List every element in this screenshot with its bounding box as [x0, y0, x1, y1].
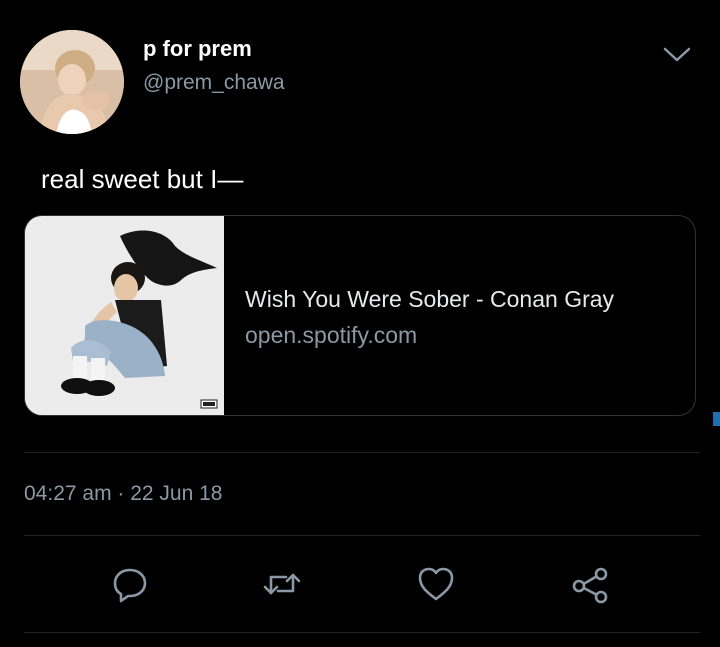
divider [24, 452, 700, 453]
retweet-button[interactable] [260, 562, 304, 606]
reply-icon [113, 568, 147, 603]
divider [24, 535, 700, 536]
link-card[interactable]: Wish You Were Sober - Conan Gray open.sp… [24, 215, 696, 416]
user-handle[interactable]: @prem_chawa [143, 71, 285, 95]
more-options-button[interactable] [660, 42, 694, 66]
tweet-timestamp[interactable]: 04:27 am · 22 Jun 18 [24, 482, 222, 506]
chevron-down-icon [663, 47, 691, 62]
avatar-photo [20, 30, 124, 134]
reply-button[interactable] [108, 562, 152, 606]
avatar[interactable] [20, 30, 124, 134]
link-card-domain: open.spotify.com [245, 322, 418, 348]
retweet-icon [263, 573, 301, 595]
album-cover-art [25, 216, 224, 415]
display-name[interactable]: p for prem [143, 36, 252, 62]
share-icon [572, 567, 608, 604]
divider [24, 632, 700, 633]
like-button[interactable] [414, 562, 458, 606]
heart-icon [418, 567, 454, 601]
share-button[interactable] [568, 562, 612, 606]
album-cover-image [25, 216, 224, 415]
scroll-indicator [713, 412, 720, 426]
tweet-text: real sweet but I— [41, 164, 244, 194]
link-card-title: Wish You Were Sober - Conan Gray [245, 286, 615, 312]
tweet: p for prem @prem_chawa real sweet but I— [0, 0, 720, 647]
